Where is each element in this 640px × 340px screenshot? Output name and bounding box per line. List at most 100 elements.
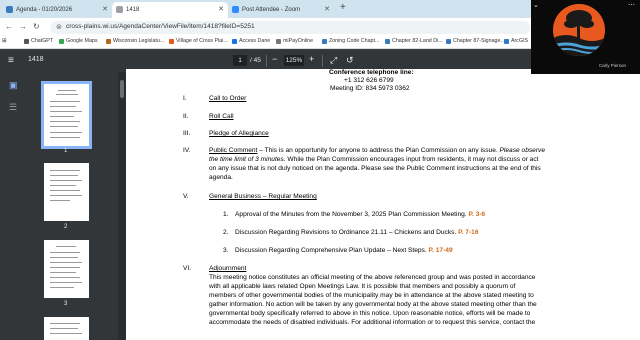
mipay-icon — [276, 38, 281, 44]
item-numeral: IV. — [183, 147, 191, 154]
item-numeral: III. — [183, 130, 191, 137]
tab-title: Agenda - 01/20/2026 — [16, 7, 73, 13]
item-numeral: V. — [183, 193, 189, 200]
item-call-to-order: Call to Order — [209, 95, 247, 102]
page-reference-link[interactable]: P. 3-6 — [468, 211, 485, 218]
sidebar-scrollbar[interactable] — [120, 80, 124, 98]
bookmark-chapter-82[interactable]: Chapter 82-Land Di... — [385, 38, 443, 44]
video-options-icon[interactable]: ⋯ — [628, 1, 635, 9]
zoom-video-tile[interactable]: ⌄ ⋯ Carly Pierson — [531, 0, 640, 74]
bookmark-mipayonline[interactable]: miPayOnline — [276, 38, 313, 44]
back-arrow-icon[interactable]: ← — [5, 22, 13, 31]
item-pledge: Pledge of Allegiance — [209, 130, 269, 137]
close-tab-icon[interactable]: ✕ — [324, 5, 330, 13]
zoom-level-input[interactable]: 125% — [284, 55, 304, 66]
chapter-icon — [385, 38, 390, 44]
close-tab-icon[interactable]: ✕ — [218, 5, 224, 13]
bookmark-access-dane[interactable]: Access Dane — [232, 38, 270, 44]
bookmark-apps-icon[interactable]: ⊞ — [2, 38, 6, 44]
bookmark-chatgpt[interactable]: ChatGPT — [24, 38, 53, 44]
toolbar-divider — [322, 55, 323, 67]
bookmark-village-cross-plains[interactable]: Village of Cross Plai... — [169, 38, 228, 44]
public-comment-line-1: Public Comment – This is an opportunity … — [209, 147, 545, 154]
page-thumbnail-2[interactable] — [44, 163, 89, 221]
rotate-icon[interactable]: ↺ — [346, 55, 354, 66]
bookmark-google-maps[interactable]: Google Maps — [59, 38, 98, 44]
tab-title: Post Attendee - Zoom — [242, 7, 301, 13]
participant-name: Carly Pierson — [599, 63, 627, 68]
minimize-video-icon[interactable]: ⌄ — [533, 1, 539, 9]
meeting-id: Meeting ID: 834 5973 0362 — [330, 85, 410, 92]
adjournment-title: Adjournment — [209, 265, 247, 272]
village-logo-image — [553, 4, 605, 56]
forward-arrow-icon[interactable]: → — [19, 22, 27, 31]
pdf-viewer[interactable]: Conference telephone line: +1 312 626 67… — [126, 69, 640, 340]
chapter-icon — [446, 38, 451, 44]
village-icon — [169, 38, 174, 44]
close-tab-icon[interactable]: ✕ — [102, 5, 108, 13]
public-comment-line-2: the time limit of 3 minutes. While the P… — [209, 156, 539, 163]
bookmark-wisconsin-legislature[interactable]: Wisconsin Legislatu... — [106, 38, 164, 44]
sub-item-comp-plan: Discussion Regarding Comprehensive Plan … — [235, 247, 453, 254]
tab-1418[interactable]: 1418 ✕ — [112, 2, 228, 18]
general-business-title: General Business – Regular Meeting — [209, 193, 317, 200]
sidebar-divider[interactable] — [118, 72, 126, 340]
bookmark-arcgis[interactable]: ArcGIS — [504, 38, 528, 44]
sub-item-number: 1. — [223, 211, 229, 218]
thumbnail-page-number: 1 — [64, 148, 68, 154]
notice-line: governmental body specifically referred … — [209, 310, 531, 317]
bookmark-chapter-87[interactable]: Chapter 87-Signage... — [446, 38, 505, 44]
notice-line: members of other governmental bodies of … — [209, 292, 534, 299]
thumbnails-view-icon[interactable]: ▣ — [9, 80, 18, 91]
notice-line: accommodate the needs of disabled indivi… — [209, 319, 536, 326]
thumbnail-page-number: 2 — [64, 224, 68, 230]
url-text: cross-plains.wi.us/AgendaCenter/ViewFile… — [66, 23, 255, 30]
bookmark-zoning-code[interactable]: Zoning Code Chapt... — [322, 38, 379, 44]
pdf-favicon-icon — [116, 6, 123, 13]
item-numeral: I. — [183, 95, 187, 102]
maps-icon — [59, 38, 64, 44]
chatgpt-icon — [24, 38, 29, 44]
page-thumbnail-1[interactable] — [41, 81, 92, 149]
item-numeral: VI. — [183, 265, 192, 272]
site-info-icon[interactable]: ⊜ — [56, 23, 62, 31]
page-reference-link[interactable]: P. 17-49 — [429, 247, 453, 254]
arcgis-icon — [504, 38, 509, 44]
zoom-favicon-icon — [232, 6, 239, 13]
tab-agenda[interactable]: Agenda - 01/20/2026 ✕ — [2, 2, 112, 18]
access-dane-icon — [232, 38, 237, 44]
toolbar-divider — [266, 55, 267, 67]
site-favicon-icon — [6, 6, 13, 13]
new-tab-button[interactable]: + — [340, 2, 346, 13]
screen: Agenda - 01/20/2026 ✕ 1418 ✕ Post Attend… — [0, 0, 640, 340]
notice-line: gather information. No action will be ta… — [209, 301, 537, 308]
tab-title: 1418 — [126, 7, 140, 13]
zoom-out-button[interactable]: − — [272, 54, 277, 64]
page-thumbnail-4[interactable] — [44, 317, 89, 340]
zoning-icon — [322, 38, 327, 44]
zoom-in-button[interactable]: + — [309, 54, 314, 64]
sub-item-chickens: Discussion Regarding Revisions to Ordina… — [235, 229, 479, 236]
pdf-page: Conference telephone line: +1 312 626 67… — [126, 69, 640, 340]
page-number-input[interactable]: 1 — [233, 55, 247, 66]
notice-line: This meeting notice constitutes an offic… — [209, 274, 536, 281]
public-comment-line-3: on any issue that is not duly noticed on… — [209, 165, 541, 172]
public-comment-line-4: agenda. — [209, 174, 233, 181]
outline-view-icon[interactable]: ☰ — [9, 102, 17, 113]
sub-item-number: 3. — [223, 247, 229, 254]
url-bar[interactable]: ⊜ cross-plains.wi.us/AgendaCenter/ViewFi… — [50, 21, 530, 34]
reload-icon[interactable]: ↻ — [33, 22, 40, 31]
page-reference-link[interactable]: P. 7-16 — [458, 229, 478, 236]
thumbnail-page-number: 3 — [64, 301, 68, 307]
legislature-icon — [106, 38, 111, 44]
page-thumbnail-3[interactable] — [44, 240, 89, 298]
tab-zoom[interactable]: Post Attendee - Zoom ✕ — [228, 2, 334, 18]
item-numeral: II. — [183, 113, 189, 120]
sub-item-number: 2. — [223, 229, 229, 236]
item-roll-call: Roll Call — [209, 113, 234, 120]
fit-to-page-icon[interactable]: ⤢ — [330, 55, 337, 66]
page-total: / 45 — [250, 57, 261, 64]
sub-item-minutes: Approval of the Minutes from the Novembe… — [235, 211, 486, 218]
menu-icon[interactable]: ≡ — [8, 55, 14, 66]
pdf-title: 1418 — [28, 56, 44, 63]
